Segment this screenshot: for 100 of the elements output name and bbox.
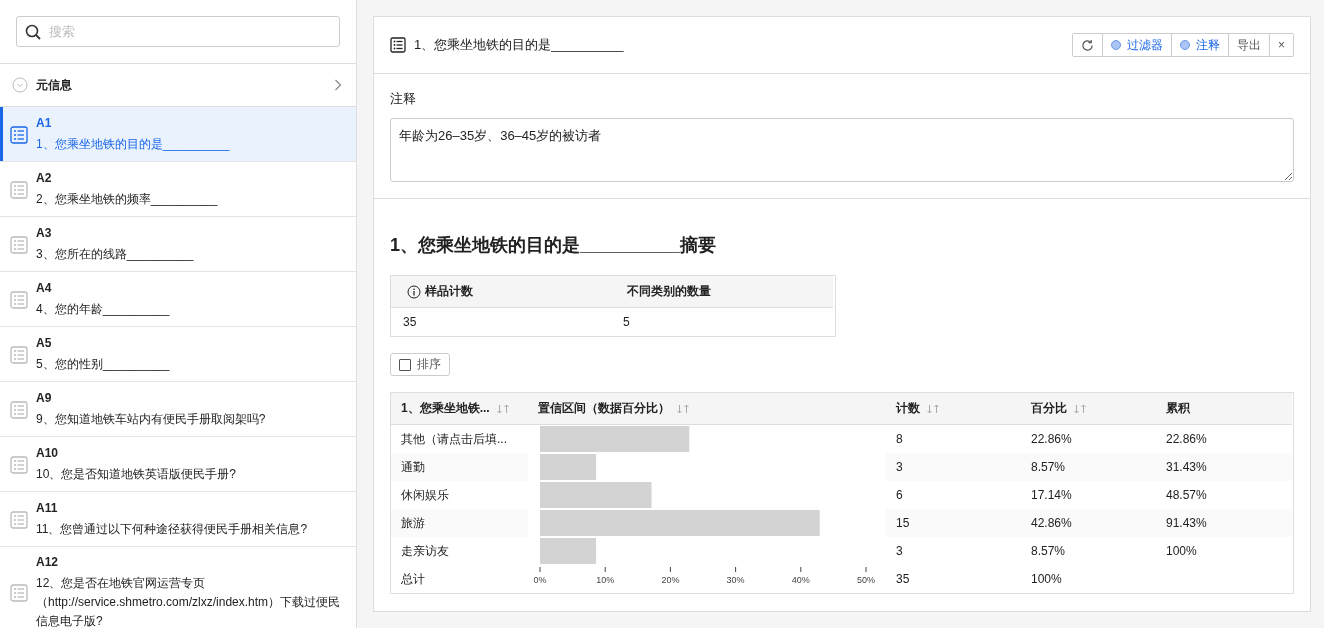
- item-title: 2、您乘坐地铁的频率__________: [36, 191, 218, 208]
- list-icon: [10, 236, 28, 254]
- table-cell-text: 35: [402, 314, 418, 331]
- table-cell-text: 22.86%: [1165, 431, 1208, 448]
- sort-icon[interactable]: [676, 403, 690, 414]
- dot-icon: [1111, 40, 1121, 50]
- list-icon: [10, 584, 28, 602]
- table-cell: 3: [886, 453, 1021, 481]
- header-label: 样品计数: [425, 283, 473, 300]
- sidebar-item[interactable]: A2 2、您乘坐地铁的频率__________: [0, 162, 356, 217]
- list-icon: [10, 346, 28, 364]
- table-cell-text: 6: [895, 487, 904, 504]
- panel-title: 1、您乘坐地铁的目的是__________: [414, 36, 625, 54]
- header-label: 不同类别的数量: [627, 283, 711, 300]
- x-tick-label: 10%: [596, 575, 615, 585]
- column-header[interactable]: 1、您乘坐地铁...: [391, 393, 528, 425]
- table-cell: 91.43%: [1156, 509, 1292, 537]
- table-cell: 8.57%: [1021, 453, 1156, 481]
- column-header[interactable]: 累积: [1156, 393, 1292, 425]
- table-cell-text: 3: [895, 543, 904, 560]
- toolbar-button[interactable]: ×: [1269, 34, 1293, 56]
- item-code: A2: [36, 171, 53, 185]
- table-cell-text: 48.57%: [1165, 487, 1208, 504]
- table-cell: 旅游: [391, 509, 528, 537]
- table-cell-text: 100%: [1165, 543, 1198, 560]
- list-icon: [10, 401, 28, 419]
- item-title: 11、您曾通过以下何种途径获得便民手册相关信息?: [36, 521, 308, 538]
- sidebar-item[interactable]: A10 10、您是否知道地铁英语版便民手册?: [0, 437, 356, 492]
- header-label: 计数: [896, 400, 920, 417]
- item-title: 1、您乘坐地铁的目的是__________: [36, 136, 230, 153]
- item-code: A5: [36, 336, 53, 350]
- header-label: 1、您乘坐地铁...: [401, 400, 490, 417]
- item-code: A1: [36, 116, 53, 130]
- table-cell-text: 走亲访友: [400, 542, 450, 560]
- sort-icon[interactable]: [495, 403, 510, 414]
- item-code: A11: [36, 501, 59, 515]
- table-cell-text: 5: [622, 314, 631, 331]
- table-cell-text: 17.14%: [1030, 487, 1073, 504]
- bar: [540, 538, 597, 564]
- sidebar-item[interactable]: A9 9、您知道地铁车站内有便民手册取阅架吗?: [0, 382, 356, 437]
- x-tick-label: 40%: [791, 575, 810, 585]
- item-title: 12、您是否在地铁官网运营专页（http://service.shmetro.com/zlxz/index.htm）下载过便民信息电子版?: [36, 575, 342, 628]
- table-cell-text: 8: [895, 431, 904, 448]
- table-cell-text: 22.86%: [1030, 431, 1073, 448]
- column-header[interactable]: 计数: [886, 393, 1021, 425]
- sidebar-item[interactable]: A12 12、您是否在地铁官网运营专页（http://service.shmetro.com/zlxz/index.htm）下载过便民信息电子版?: [0, 547, 356, 628]
- list-icon: [390, 37, 406, 53]
- x-tick-label: 0%: [533, 575, 547, 585]
- list-icon: [10, 291, 28, 309]
- item-code: A4: [36, 281, 53, 295]
- header-label: 累积: [1166, 400, 1190, 417]
- table-cell-text: 其他（请点击后填...: [400, 430, 508, 448]
- table-cell: 31.43%: [1156, 453, 1292, 481]
- dot-icon: [1180, 40, 1190, 50]
- list-icon: [10, 126, 28, 144]
- summary-heading: 1、您乘坐地铁的目的是__________摘要: [390, 234, 718, 257]
- table-cell: 15: [886, 509, 1021, 537]
- sidebar-item[interactable]: A3 3、您所在的线路__________: [0, 217, 356, 272]
- item-code: A3: [36, 226, 53, 240]
- table-cell-text: 35: [895, 571, 911, 588]
- sidebar-item[interactable]: A5 5、您的性别__________: [0, 327, 356, 382]
- item-code: A9: [36, 391, 53, 405]
- sidebar-item[interactable]: A4 4、您的年龄__________: [0, 272, 356, 327]
- table-cell-text: 总计: [400, 570, 426, 588]
- item-code: A10: [36, 446, 59, 460]
- checkbox[interactable]: [399, 358, 411, 371]
- table-cell-text: 休闲娱乐: [400, 486, 450, 504]
- column-header[interactable]: 置信区间（数据百分比）: [528, 393, 886, 425]
- sort-button[interactable]: 排序: [390, 353, 450, 376]
- x-tick-label: 50%: [856, 575, 876, 585]
- notes-field[interactable]: 年龄为26–35岁、36–45岁的被访者: [390, 118, 1294, 182]
- list-icon: [10, 456, 28, 474]
- sort-icon[interactable]: [1073, 403, 1087, 414]
- x-tick-label: 20%: [661, 575, 680, 585]
- table-cell: 42.86%: [1021, 509, 1156, 537]
- sidebar-item[interactable]: A1 1、您乘坐地铁的目的是__________: [0, 107, 356, 162]
- sidebar-item[interactable]: A11 11、您曾通过以下何种途径获得便民手册相关信息?: [0, 492, 356, 547]
- list-icon: [10, 511, 28, 529]
- bar: [540, 454, 597, 480]
- item-title: 10、您是否知道地铁英语版便民手册?: [36, 466, 237, 483]
- item-title: 3、您所在的线路__________: [36, 246, 194, 263]
- search-icon: [25, 23, 41, 40]
- header-label: 百分比: [1031, 400, 1067, 417]
- table-cell: 通勤: [391, 453, 528, 481]
- item-code: A12: [36, 555, 59, 569]
- item-title: 5、您的性别__________: [36, 356, 170, 373]
- search-field[interactable]: 搜索: [16, 16, 340, 47]
- chevron-right-icon: [334, 79, 342, 91]
- chevron-down-icon: [12, 77, 28, 93]
- notes-label: 注释: [390, 90, 417, 108]
- list-icon: [10, 181, 28, 199]
- item-title: 4、您的年龄__________: [36, 301, 170, 318]
- table-cell-text: 100%: [1030, 571, 1063, 588]
- header-label: 置信区间（数据百分比）: [538, 400, 670, 417]
- column-header[interactable]: 百分比: [1021, 393, 1156, 425]
- sort-icon[interactable]: [926, 403, 940, 414]
- table-cell-text: 8.57%: [1030, 543, 1067, 560]
- refresh-icon: [1081, 38, 1094, 52]
- x-tick-label: 30%: [726, 575, 745, 585]
- item-title: 9、您知道地铁车站内有便民手册取阅架吗?: [36, 411, 266, 428]
